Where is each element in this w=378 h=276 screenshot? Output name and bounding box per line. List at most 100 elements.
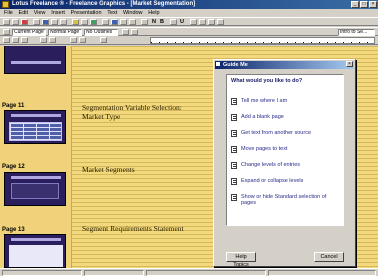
page-thumbnail[interactable] (4, 46, 66, 74)
format-toolbar: Current Page Normal Page No Outlines Int… (0, 27, 378, 36)
option-expand-collapse[interactable]: Expand or collapse levels (231, 177, 341, 191)
option-get-text[interactable]: Get text from another source (231, 129, 341, 143)
thumbnail-body (11, 183, 59, 199)
menu-text[interactable]: Text (107, 10, 117, 16)
page-sorter-icon[interactable] (12, 37, 19, 43)
option-label: Get text from another source (241, 130, 312, 136)
option-label: Show or hide Standard selection of pages (241, 194, 327, 206)
menu-help[interactable]: Help (148, 10, 159, 16)
option-label: Expand or collapse levels (241, 178, 304, 184)
promote-icon[interactable] (217, 19, 224, 25)
outline-view-icon[interactable] (3, 37, 10, 43)
current-page-icon[interactable] (21, 37, 28, 43)
outline-select[interactable]: No Outlines (84, 29, 118, 36)
help-topics-button[interactable]: Help Topics (226, 252, 256, 268)
option-add-blank-page[interactable]: Add a blank page (231, 113, 341, 127)
copy-icon[interactable] (51, 19, 58, 25)
page-thumbnail[interactable] (4, 110, 66, 144)
option-show-hide[interactable]: Show or hide Standard selection of pages (231, 193, 341, 215)
menu-presentation[interactable]: Presentation (71, 10, 102, 16)
dialog-close-button[interactable]: × (346, 61, 353, 67)
menu-bar: File Edit View Insert Presentation Text … (0, 9, 378, 17)
menu-window[interactable]: Window (123, 10, 143, 16)
status-segment (268, 270, 376, 276)
thumbnail-title (11, 114, 61, 117)
close-button[interactable]: × (369, 1, 377, 8)
view-select[interactable]: Intro to Se... (338, 29, 375, 36)
minimize-button[interactable]: _ (351, 1, 359, 8)
underline-icon[interactable]: U (180, 19, 184, 26)
status-segment (84, 270, 144, 276)
print-icon[interactable] (33, 19, 40, 25)
menu-file[interactable]: File (4, 10, 13, 16)
level-up-icon[interactable] (40, 37, 47, 43)
move-up-icon[interactable] (70, 37, 77, 43)
drawing-icon[interactable] (111, 19, 118, 25)
level-down-icon[interactable] (49, 37, 56, 43)
symbol-icon[interactable] (120, 19, 127, 25)
guide-me-dialog: Guide Me × What would you like to do? Te… (213, 59, 356, 268)
option-label: Add a blank page (241, 114, 284, 120)
window-title: Lotus Freelance ® - Freelance Graphics -… (12, 1, 196, 7)
redo-icon[interactable] (81, 19, 88, 25)
page-layout-select[interactable]: Current Page (12, 29, 46, 36)
thumbnail-title (11, 238, 61, 241)
guide-question: What would you like to do? (231, 78, 303, 84)
window-title-bar[interactable]: Lotus Freelance ® - Freelance Graphics -… (0, 0, 378, 9)
bullets-icon[interactable] (208, 19, 215, 25)
dialog-icon (216, 62, 220, 66)
maximize-button[interactable]: □ (360, 1, 368, 8)
page-label: Page 12 (2, 164, 25, 170)
collapse-icon[interactable] (122, 29, 129, 35)
standard-toolbar: N B U (0, 17, 378, 26)
undo-icon[interactable] (72, 19, 79, 25)
outline-entry[interactable]: Segment Requirements Statement (82, 224, 184, 233)
expand-icon[interactable] (131, 29, 138, 35)
page-type-select[interactable]: Normal Page (48, 29, 82, 36)
zoom-icon[interactable] (141, 19, 148, 25)
spell-check-icon[interactable] (129, 19, 136, 25)
option-tell-me-where[interactable]: Tell me where I am (231, 97, 341, 111)
outline-entry[interactable]: Market Segments (82, 165, 135, 174)
document-icon (231, 130, 237, 137)
open-icon[interactable] (12, 19, 19, 25)
bold-icon[interactable]: N (152, 19, 156, 26)
status-bar (0, 268, 378, 276)
document-icon (231, 98, 237, 105)
app-icon[interactable] (2, 1, 9, 8)
menu-insert[interactable]: Insert (51, 10, 65, 16)
align-left-icon[interactable] (190, 19, 197, 25)
page-thumbnail[interactable] (4, 172, 66, 206)
paste-icon[interactable] (60, 19, 67, 25)
option-change-levels[interactable]: Change levels of entries (231, 161, 341, 175)
status-segment (146, 270, 266, 276)
document-icon (231, 178, 237, 185)
chart-icon[interactable] (90, 19, 97, 25)
thumbnail-table (9, 122, 62, 141)
align-center-icon[interactable] (199, 19, 206, 25)
move-down-icon[interactable] (79, 37, 86, 43)
guide-options-panel: What would you like to do? Tell me where… (226, 74, 344, 226)
table-icon[interactable] (102, 19, 109, 25)
outline-entry[interactable]: Segmentation Variable Selection: Market … (82, 103, 182, 121)
page-icon[interactable] (3, 29, 10, 35)
cancel-button[interactable]: Cancel (314, 252, 344, 262)
show-all-icon[interactable] (100, 37, 107, 43)
thumbnail-body (9, 245, 63, 267)
italic-icon[interactable] (170, 19, 177, 25)
ruler (150, 37, 375, 44)
document-icon (231, 194, 237, 201)
cut-icon[interactable] (42, 19, 49, 25)
save-icon[interactable] (21, 19, 28, 25)
page-thumbnail[interactable] (4, 234, 66, 268)
option-label: Change levels of entries (241, 162, 301, 168)
ruler-row (0, 36, 378, 45)
option-move-pages[interactable]: Move pages to text (231, 145, 341, 159)
new-icon[interactable] (3, 19, 10, 25)
option-label: Tell me where I am (241, 98, 288, 104)
bold-text-icon[interactable]: B (160, 19, 164, 26)
dialog-title-bar[interactable]: Guide Me (215, 61, 354, 69)
menu-edit[interactable]: Edit (19, 10, 28, 16)
menu-view[interactable]: View (34, 10, 46, 16)
option-label: Move pages to text (241, 146, 288, 152)
